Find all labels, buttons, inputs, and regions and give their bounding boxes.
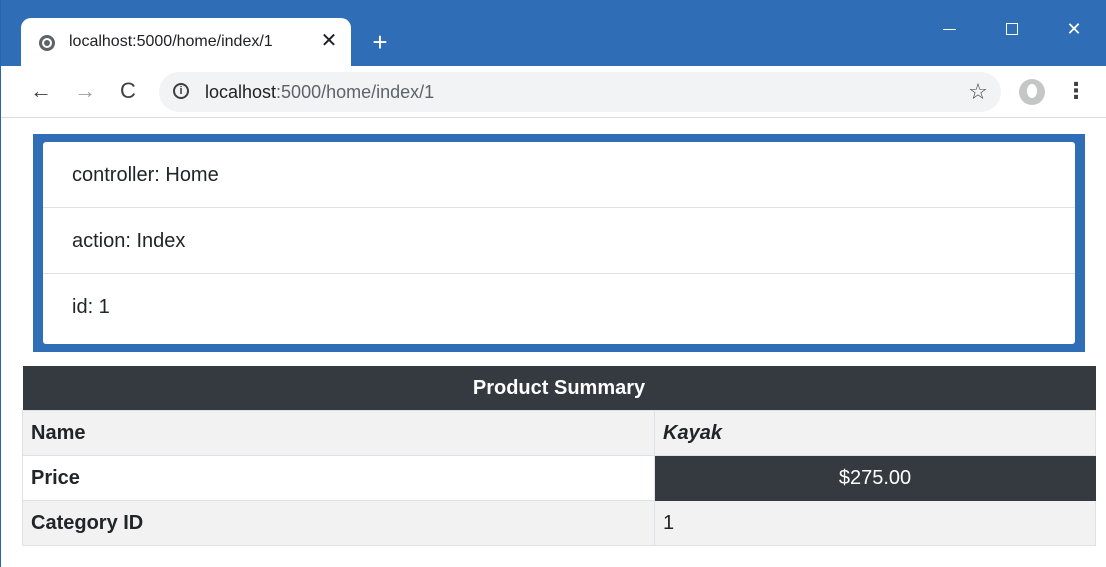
list-item: controller: Home	[43, 142, 1075, 208]
back-button[interactable]: ←	[27, 77, 55, 105]
table-title: Product Summary	[22, 366, 1096, 411]
window-close-button[interactable]: ✕	[1051, 14, 1097, 44]
row-label: Price	[22, 455, 655, 501]
profile-icon[interactable]	[1019, 79, 1045, 105]
page-content: controller: Home action: Index id: 1 Pro…	[1, 118, 1106, 567]
url-path: :5000/home/index/1	[276, 82, 435, 102]
tab-title: localhost:5000/home/index/1	[69, 33, 273, 50]
maximize-button[interactable]	[989, 14, 1035, 44]
star-icon[interactable]: ☆	[965, 79, 991, 105]
minimize-icon	[943, 29, 956, 30]
url-host: localhost	[205, 82, 277, 102]
new-tab-button[interactable]: +	[367, 29, 393, 55]
route-values-list: controller: Home action: Index id: 1	[43, 142, 1075, 344]
reload-button[interactable]: C	[114, 77, 142, 105]
forward-button[interactable]: →	[71, 77, 99, 105]
list-item: action: Index	[43, 208, 1075, 274]
address-url[interactable]: localhost:5000/home/index/1	[205, 82, 434, 103]
row-label: Category ID	[22, 500, 655, 546]
address-bar[interactable]: i localhost:5000/home/index/1 ☆	[159, 72, 1001, 112]
route-values-panel: controller: Home action: Index id: 1	[33, 134, 1085, 352]
list-item: id: 1	[72, 296, 110, 318]
row-label: Name	[22, 410, 655, 456]
table-row: Name Kayak	[22, 410, 1096, 456]
globe-icon	[39, 35, 55, 51]
info-icon[interactable]: i	[173, 83, 189, 99]
close-tab-icon[interactable]: ✕	[316, 28, 342, 54]
browser-toolbar: ← → C i localhost:5000/home/index/1 ☆ ⋮	[1, 66, 1106, 118]
table-row: Category ID 1	[22, 500, 1096, 546]
row-value: $275.00	[654, 455, 1096, 501]
maximize-icon	[1006, 23, 1018, 35]
product-summary-table: Product Summary Name Kayak Price $275.00…	[22, 366, 1096, 546]
title-bar: localhost:5000/home/index/1 ✕ + ✕	[1, 0, 1106, 66]
row-value: Kayak	[654, 410, 1096, 456]
active-tab[interactable]: localhost:5000/home/index/1 ✕	[21, 18, 351, 66]
browser-window: localhost:5000/home/index/1 ✕ + ✕ ← → C …	[0, 0, 1106, 567]
row-value: 1	[654, 500, 1096, 546]
minimize-button[interactable]	[927, 14, 973, 44]
kebab-menu-icon[interactable]: ⋮	[1065, 77, 1087, 105]
table-row: Price $275.00	[22, 455, 1096, 501]
